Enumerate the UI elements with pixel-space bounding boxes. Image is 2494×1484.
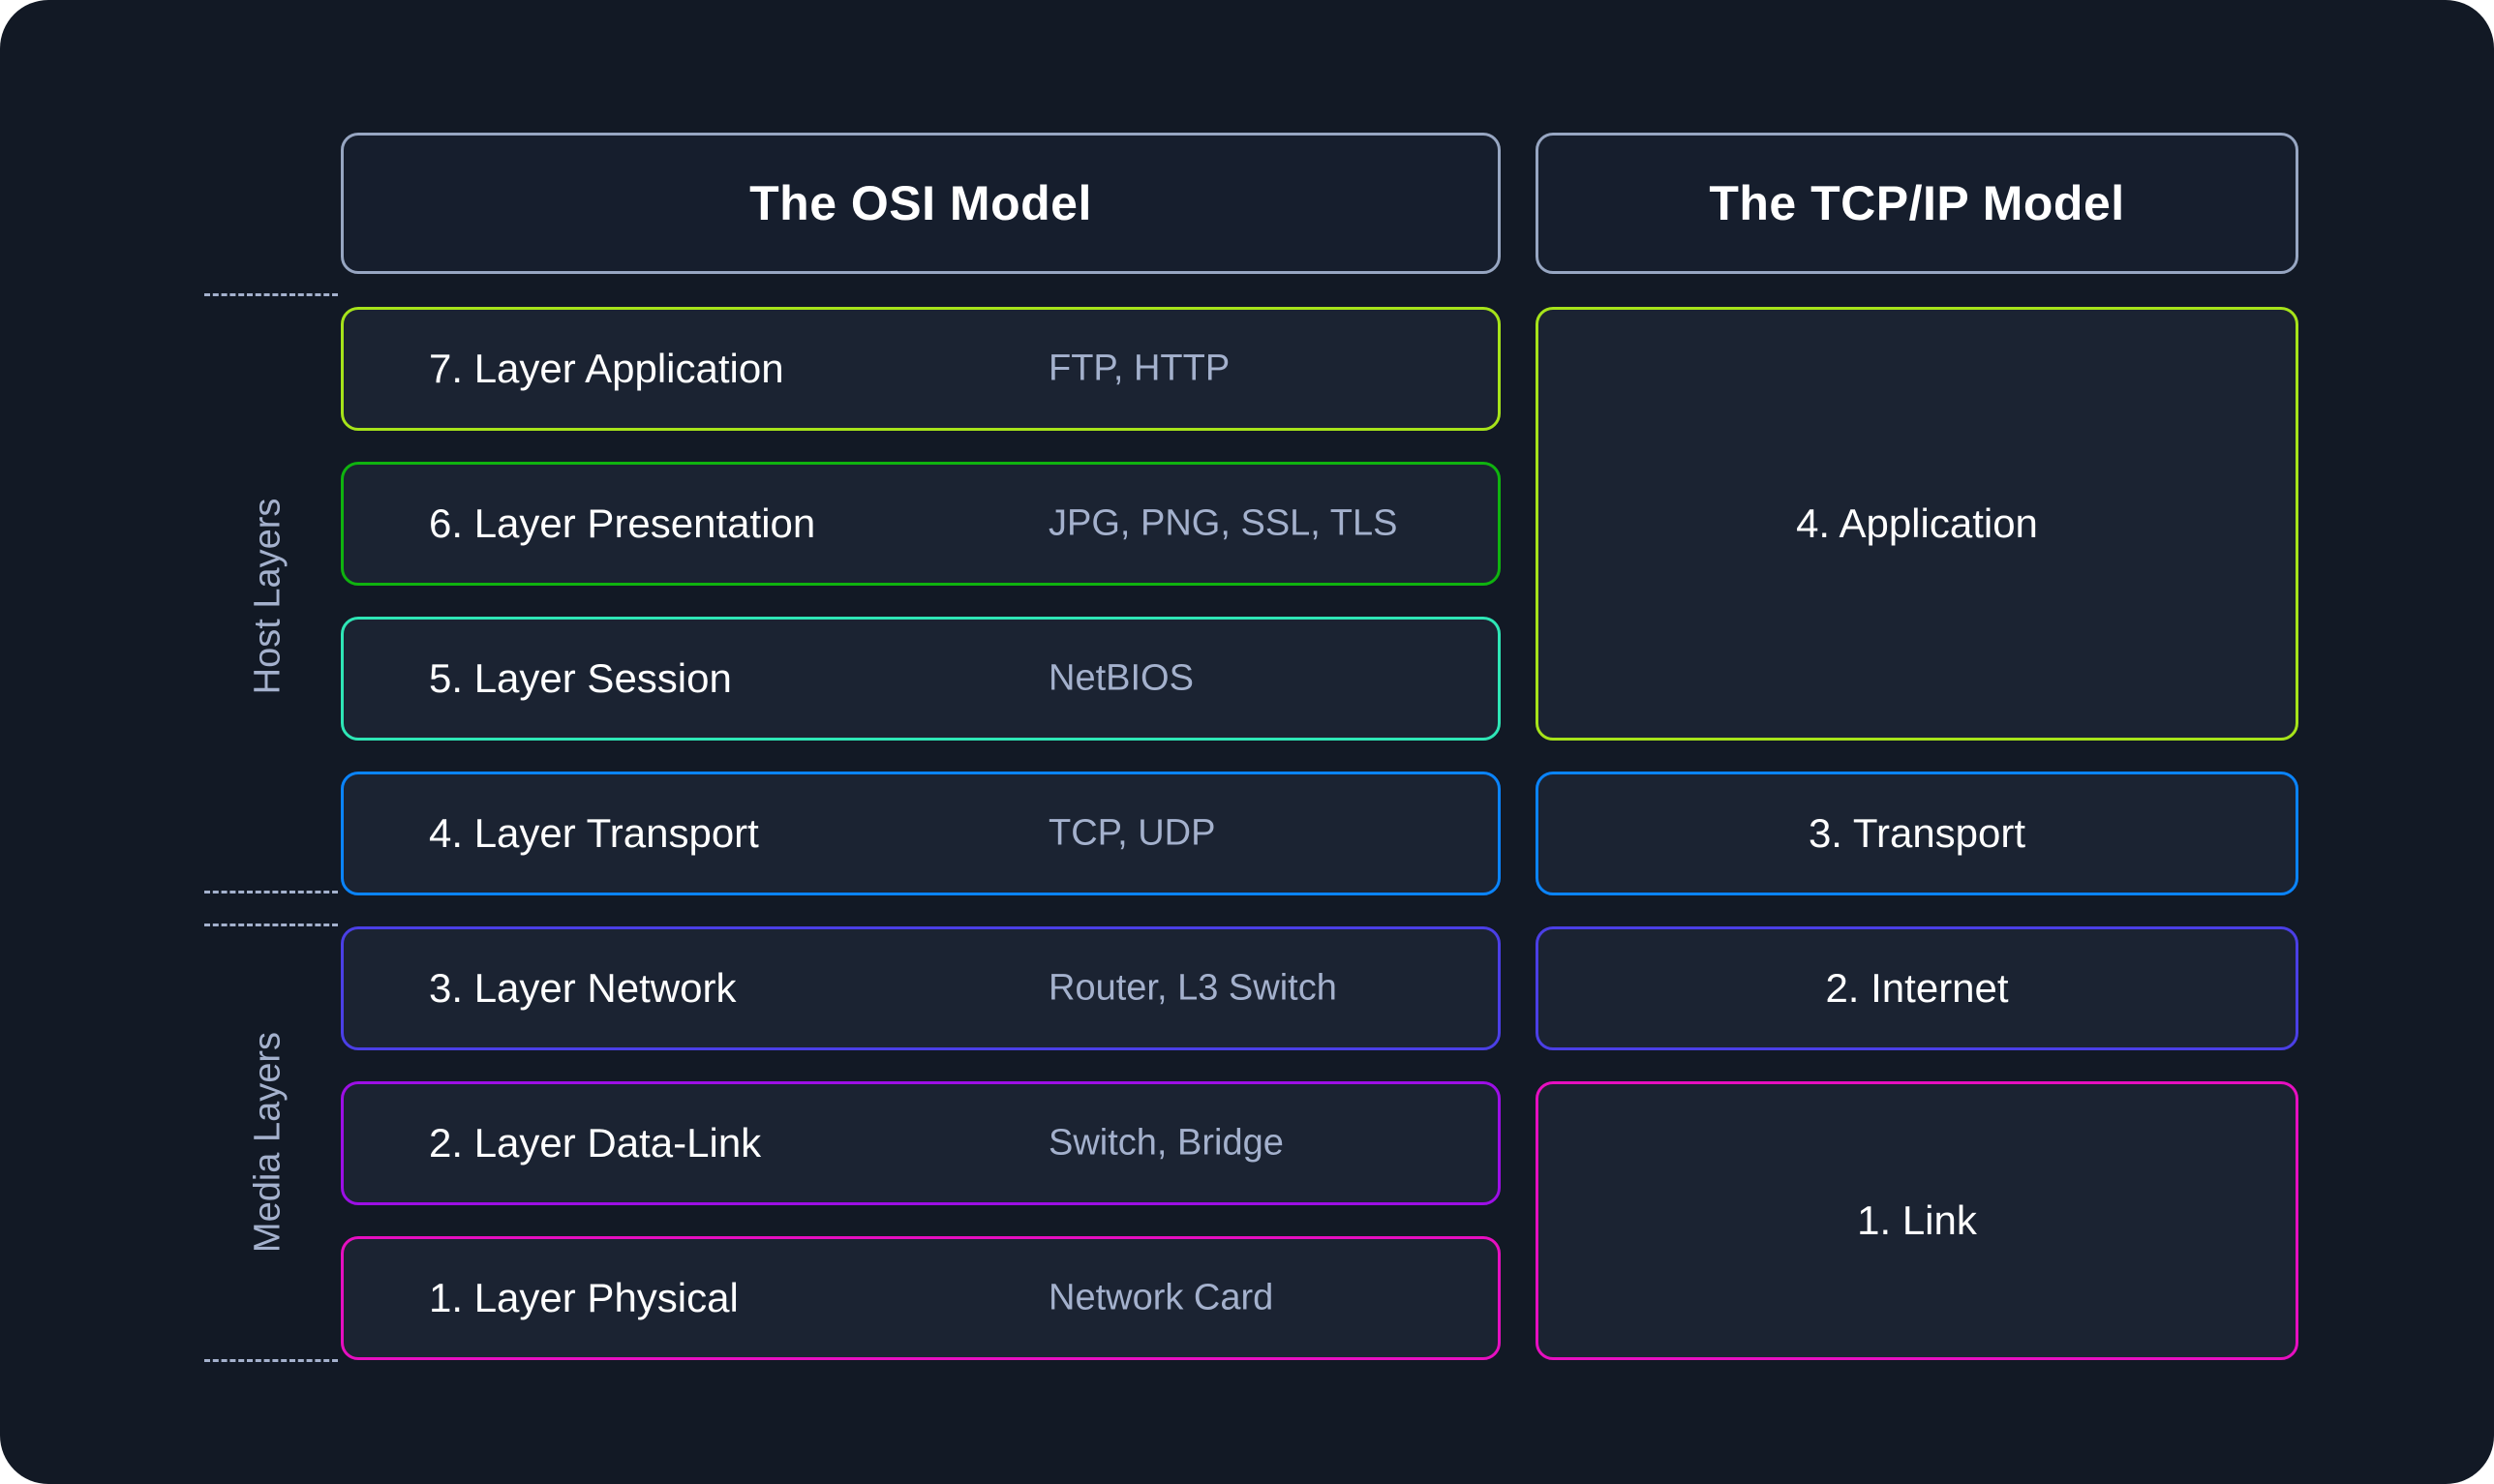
osi-layer-label: 5. Layer Session xyxy=(429,655,732,701)
osi-layer-protocols: Switch, Bridge xyxy=(1049,1122,1284,1164)
osi-layer-protocols: FTP, HTTP xyxy=(1049,348,1231,389)
tcpip-layer-link: 1. Link xyxy=(1536,1081,2298,1360)
osi-model-title: The OSI Model xyxy=(749,176,1092,230)
osi-layer-physical: 1. Layer Physical Network Card xyxy=(341,1236,1501,1360)
osi-layer-protocols: Router, L3 Switch xyxy=(1049,967,1337,1009)
osi-layer-label: 4. Layer Transport xyxy=(429,810,759,856)
tcpip-layer-transport: 3. Transport xyxy=(1536,772,2298,895)
osi-layer-protocols: JPG, PNG, SSL, TLS xyxy=(1049,502,1398,544)
host-layers-bottom-divider xyxy=(204,891,338,893)
host-layers-label: Host Layers xyxy=(247,498,289,695)
osi-layer-label: 2. Layer Data-Link xyxy=(429,1120,762,1166)
osi-layer-protocols: NetBIOS xyxy=(1049,657,1194,699)
tcpip-layer-label: 4. Application xyxy=(1796,500,2038,546)
media-layers-top-divider xyxy=(204,924,338,926)
osi-layer-data-link: 2. Layer Data-Link Switch, Bridge xyxy=(341,1081,1501,1205)
host-layers-top-divider xyxy=(204,293,338,296)
osi-model-header: The OSI Model xyxy=(341,133,1501,274)
osi-layer-label: 6. Layer Presentation xyxy=(429,500,816,546)
media-layers-bottom-divider xyxy=(204,1359,338,1362)
tcpip-model-title: The TCP/IP Model xyxy=(1709,176,2125,230)
osi-layer-protocols: Network Card xyxy=(1049,1277,1274,1318)
osi-layer-session: 5. Layer Session NetBIOS xyxy=(341,617,1501,741)
diagram-card: The OSI Model The TCP/IP Model Host Laye… xyxy=(0,0,2494,1484)
media-layers-label: Media Layers xyxy=(247,1031,289,1254)
tcpip-layer-label: 1. Link xyxy=(1857,1197,1977,1243)
tcpip-model-header: The TCP/IP Model xyxy=(1536,133,2298,274)
osi-layer-label: 7. Layer Application xyxy=(429,346,784,391)
osi-layer-label: 1. Layer Physical xyxy=(429,1275,739,1320)
osi-layer-transport: 4. Layer Transport TCP, UDP xyxy=(341,772,1501,895)
osi-layer-protocols: TCP, UDP xyxy=(1049,812,1216,854)
osi-layer-application: 7. Layer Application FTP, HTTP xyxy=(341,307,1501,431)
tcpip-layer-label: 2. Internet xyxy=(1825,965,2009,1011)
osi-layer-presentation: 6. Layer Presentation JPG, PNG, SSL, TLS xyxy=(341,462,1501,586)
tcpip-layer-application: 4. Application xyxy=(1536,307,2298,741)
osi-layer-label: 3. Layer Network xyxy=(429,965,737,1011)
osi-layer-network: 3. Layer Network Router, L3 Switch xyxy=(341,926,1501,1050)
tcpip-layer-label: 3. Transport xyxy=(1808,810,2026,856)
tcpip-layer-internet: 2. Internet xyxy=(1536,926,2298,1050)
